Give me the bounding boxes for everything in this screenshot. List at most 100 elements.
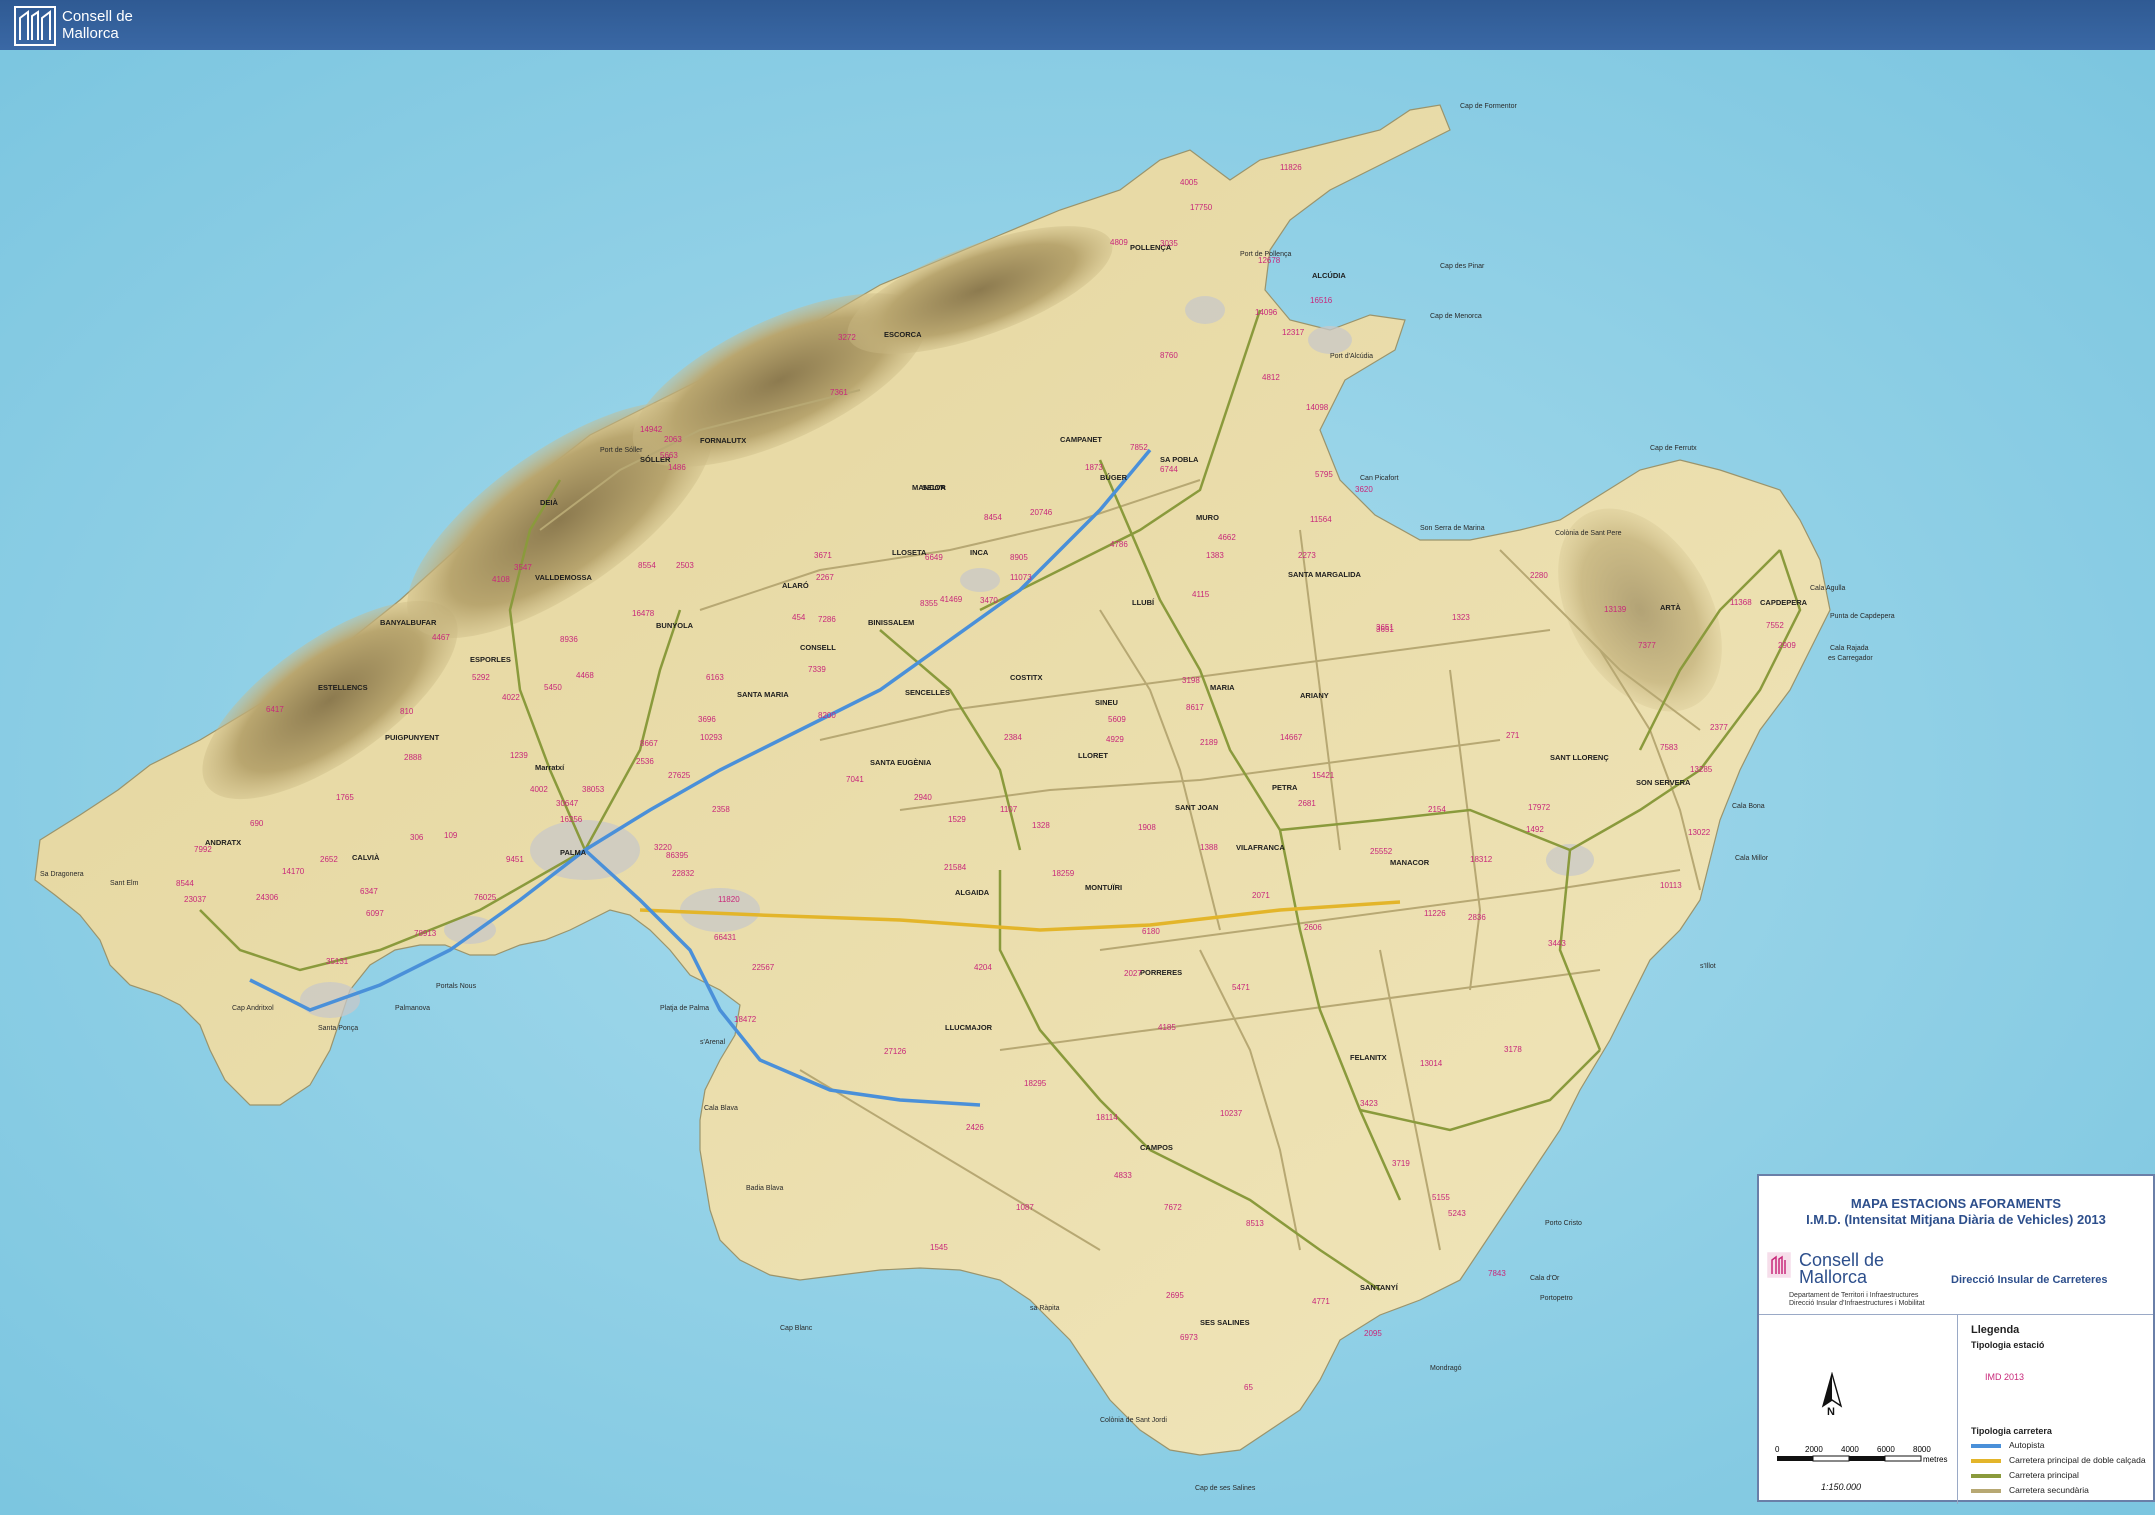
count-label: 14942 — [640, 425, 663, 434]
town-sencelles: SENCELLES — [905, 688, 950, 697]
town-muro: MURO — [1196, 513, 1219, 522]
count-label: 2377 — [1710, 723, 1728, 732]
place-cap-salines: Cap de ses Salines — [1195, 1485, 1256, 1492]
town-lloret: LLORET — [1078, 751, 1108, 760]
place-cala-bona: Cala Bona — [1732, 803, 1765, 810]
brand-name: Consell de Mallorca — [62, 8, 152, 42]
count-label: 7361 — [830, 388, 848, 397]
count-label: 5155 — [1432, 1193, 1450, 1202]
legend-dept-line-2: Direcció Insular d'Infraestructures i Mo… — [1789, 1300, 1925, 1307]
place-cap-blanc: Cap Blanc — [780, 1325, 813, 1332]
scale-tick: 2000 — [1805, 1445, 1823, 1454]
count-label: 1873 — [1085, 463, 1103, 472]
count-label: 4833 — [1114, 1171, 1132, 1180]
count-label: 3178 — [1504, 1045, 1522, 1054]
town-escorca: ESCORCA — [884, 330, 922, 339]
town-ariany: ARIANY — [1300, 691, 1329, 700]
count-label: 8936 — [560, 635, 578, 644]
count-label: 2536 — [636, 757, 654, 766]
count-label: 7852 — [1130, 443, 1148, 452]
place-cap-formentor: Cap de Formentor — [1460, 103, 1517, 110]
count-label: 16256 — [560, 815, 583, 824]
place-sa-rapita: sa Ràpita — [1030, 1305, 1060, 1312]
place-porto-cristo: Porto Cristo — [1545, 1220, 1582, 1227]
count-label: 8355 — [920, 599, 938, 608]
count-label: 22832 — [672, 869, 695, 878]
town-alcudia: ALCÚDIA — [1312, 271, 1346, 280]
count-label: 2027 — [1124, 969, 1142, 978]
town-inca: INCA — [970, 548, 989, 557]
count-label: 7552 — [1766, 621, 1784, 630]
count-label: 8554 — [638, 561, 656, 570]
count-label: 86395 — [666, 851, 689, 860]
count-label: 25552 — [1370, 847, 1393, 856]
count-label: 18472 — [734, 1015, 757, 1024]
count-label: 690 — [250, 819, 264, 828]
count-label: 24306 — [256, 893, 279, 902]
scale-unit: metres — [1923, 1455, 1947, 1464]
legend-org-name: Consell de Mallorca — [1799, 1251, 1939, 1286]
count-label: 8905 — [1010, 553, 1028, 562]
count-label: 4022 — [502, 693, 520, 702]
count-label: 17750 — [1190, 203, 1213, 212]
count-label: 5609 — [1108, 715, 1126, 724]
count-label: 65 — [1244, 1383, 1253, 1392]
count-label: 15421 — [1312, 771, 1335, 780]
count-label: 1908 — [1138, 823, 1156, 832]
count-label: 5450 — [544, 683, 562, 692]
count-label: 1529 — [948, 815, 966, 824]
count-label: 13139 — [1604, 605, 1627, 614]
legend-road-label: Carretera principal de doble calçada — [2009, 1455, 2146, 1465]
town-palma: PALMA — [560, 848, 587, 857]
count-label: 66431 — [714, 933, 737, 942]
count-label: 6163 — [706, 673, 724, 682]
town-santa-maria: SANTA MARIA — [737, 690, 789, 699]
north-label: N — [1827, 1406, 1835, 1418]
town-algaida: ALGAIDA — [955, 888, 990, 897]
count-label: 4468 — [576, 671, 594, 680]
count-label: 10113 — [1660, 881, 1682, 890]
town-sa-pobla: SA POBLA — [1160, 455, 1199, 464]
scale-tick: 4000 — [1841, 1445, 1859, 1454]
scale-tick: 6000 — [1877, 1445, 1895, 1454]
town-felanitx: FELANITX — [1350, 1053, 1387, 1062]
place-cap-andritxol: Cap Andritxol — [232, 1005, 274, 1012]
town-campanet: CAMPANET — [1060, 435, 1102, 444]
town-marratxi: Marratxí — [535, 763, 565, 772]
count-label: 3547 — [514, 563, 532, 572]
town-binissalem: BINISSALEM — [868, 618, 914, 627]
count-label: 6417 — [266, 705, 284, 714]
count-label: 5292 — [472, 673, 490, 682]
count-label: 4185 — [1158, 1023, 1176, 1032]
count-label: 76025 — [474, 893, 497, 902]
count-label: 3671 — [814, 551, 832, 560]
town-sant-joan: SANT JOAN — [1175, 803, 1218, 812]
count-label: 8667 — [640, 739, 658, 748]
place-cala-ratjada: Cala Rajada — [1830, 645, 1869, 652]
count-label: 2273 — [1298, 551, 1316, 560]
count-label: 1087 — [1016, 1203, 1034, 1212]
place-cala-dor: Cala d'Or — [1530, 1275, 1560, 1282]
place-s-arenal: s'Arenal — [700, 1039, 726, 1046]
count-label: 12678 — [1258, 256, 1281, 265]
count-label: 12317 — [1282, 328, 1305, 337]
count-label: 3719 — [1392, 1159, 1410, 1168]
count-label: 8200 — [818, 711, 836, 720]
legend-subtitle: I.M.D. (Intensitat Mitjana Diària de Veh… — [1806, 1212, 2106, 1227]
count-label: 2063 — [664, 435, 682, 444]
scale-tick: 0 — [1775, 1445, 1780, 1454]
count-label: 1323 — [1452, 613, 1470, 622]
count-label: 30647 — [556, 799, 579, 808]
count-label: 3423 — [1360, 1099, 1378, 1108]
count-label: 16516 — [1310, 296, 1333, 305]
count-label: 14170 — [282, 867, 305, 876]
legend-swatch — [1971, 1489, 2001, 1493]
town-alaro: ALARÓ — [782, 581, 809, 590]
count-label: 2940 — [914, 793, 932, 802]
count-label: 7377 — [1638, 641, 1656, 650]
place-colonia-sant-pere: Colònia de Sant Pere — [1555, 530, 1622, 537]
count-label: 18259 — [1052, 869, 1075, 878]
count-label: 3651 — [1376, 623, 1394, 632]
town-llubi: LLUBÍ — [1132, 598, 1155, 607]
count-label: 3272 — [838, 333, 856, 342]
